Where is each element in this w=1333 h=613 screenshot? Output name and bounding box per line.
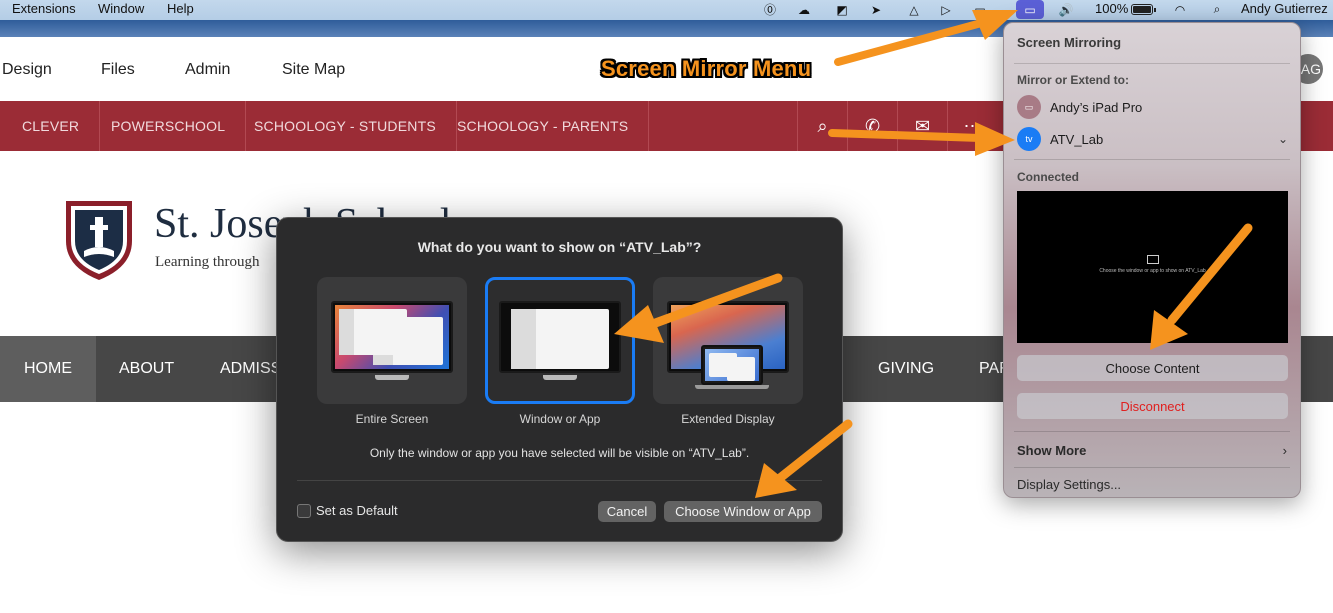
play-icon[interactable]: ▷ [938,2,954,17]
school-crest[interactable] [60,195,138,288]
nav-home[interactable]: HOME [0,336,96,402]
chevron-down-icon[interactable]: ⌄ [1278,132,1288,146]
link-clever[interactable]: CLEVER [2,101,101,151]
battery-icon[interactable] [1131,4,1156,15]
adobe-icon[interactable]: ◩ [834,2,850,17]
menu-title: Screen Mirroring [1017,35,1122,50]
divider [1014,63,1290,64]
phone-icon[interactable]: ✆ [847,101,897,151]
link-schoology-parents[interactable]: SCHOOLOGY - PARENTS [437,101,650,151]
show-more-label: Show More [1017,443,1087,458]
search-icon[interactable]: ⌕ [797,101,847,151]
device-atv-lab[interactable]: tv ATV_Lab ⌄ [1017,127,1288,151]
option-entire-screen[interactable]: ●●● [317,277,467,404]
mirroring-content-dialog: What do you want to show on “ATV_Lab”? ●… [276,217,843,542]
menu-extensions[interactable]: Extensions [12,1,76,16]
mail-icon[interactable]: ✉ [897,101,947,151]
divider [1014,467,1290,468]
annotation-callout: Screen Mirror Menu [601,56,812,81]
user-name[interactable]: Andy Gutierrez [1241,1,1328,16]
option-window-or-app[interactable]: ●●● [485,277,635,404]
choose-window-or-app-button[interactable]: Choose Window or App [664,501,822,522]
macos-menu-bar: Extensions Window Help ⓪ ☁ ◩ ➤ △ ▷ ▭ ▭ 🔊… [0,0,1333,20]
set-as-default-label[interactable]: Set as Default [316,503,398,518]
show-more-row[interactable]: Show More › [1017,443,1287,458]
battery-percent: 100% [1095,1,1129,16]
divider [1014,431,1290,432]
dialog-divider [297,480,822,481]
menu-help[interactable]: Help [167,1,194,16]
option-extended-display[interactable] [653,277,803,404]
nav-site-map[interactable]: Site Map [282,61,345,79]
onepassword-icon[interactable]: ⓪ [762,2,778,17]
set-as-default-checkbox[interactable] [297,504,311,518]
nav-design[interactable]: Design [2,61,52,79]
mirror-or-extend-label: Mirror or Extend to: [1017,73,1130,87]
laptop-icon [701,345,763,385]
appletv-icon: tv [1017,127,1041,151]
dialog-title: What do you want to show on “ATV_Lab”? [417,239,702,255]
nav-giving[interactable]: GIVING [878,336,934,402]
option-extended-display-label: Extended Display [681,412,775,426]
option-window-or-app-label: Window or App [519,412,601,426]
drive-icon[interactable]: △ [906,2,922,17]
spotlight-search-icon[interactable]: ⌕ [1209,2,1225,17]
ipad-icon: ▭ [1017,95,1041,119]
nav-admissions[interactable]: ADMISS [220,336,281,402]
device-name: ATV_Lab [1050,131,1104,147]
menu-window[interactable]: Window [98,1,144,16]
volume-icon[interactable]: 🔊 [1058,2,1074,17]
chevron-right-icon: › [1282,443,1287,458]
screen-mirroring-icon[interactable]: ▭ [1016,0,1044,19]
divider [1014,159,1290,160]
wifi-icon[interactable]: ◠ [1172,2,1188,17]
device-ipad-pro[interactable]: ▭ Andy’s iPad Pro [1017,95,1142,119]
dialog-info-text: Only the window or app you have selected… [369,446,750,460]
choose-content-button[interactable]: Choose Content [1017,355,1288,381]
nav-admin[interactable]: Admin [185,61,230,79]
cancel-button[interactable]: Cancel [598,501,656,522]
arrow-app-icon[interactable]: ➤ [868,2,884,17]
display-icon [1147,255,1159,264]
link-powerschool[interactable]: POWERSCHOOL [91,101,247,151]
connected-label: Connected [1017,170,1080,184]
screen: Extensions Window Help ⓪ ☁ ◩ ➤ △ ▷ ▭ ▭ 🔊… [0,0,1333,613]
nav-about[interactable]: ABOUT [119,336,174,402]
monitor-icon: ●●● [331,301,453,373]
nav-files[interactable]: Files [101,61,135,79]
more-icon[interactable]: ⋯ [947,101,997,151]
creative-cloud-icon[interactable]: ☁ [796,2,812,17]
disconnect-button[interactable]: Disconnect [1017,393,1288,419]
mirror-preview: Choose the window or app to show on ATV_… [1017,191,1288,343]
display-settings-item[interactable]: Display Settings... [1017,477,1287,492]
device-name: Andy’s iPad Pro [1050,99,1143,115]
screen-mirroring-menu: Screen Mirroring Mirror or Extend to: ▭ … [1003,22,1301,498]
zoom-icon[interactable]: ▭ [972,2,988,17]
link-schoology-students[interactable]: SCHOOLOGY - STUDENTS [234,101,457,151]
option-entire-screen-label: Entire Screen [355,412,429,426]
school-tagline: Learning through [155,254,260,270]
preview-text: Choose the window or app to show on ATV_… [1099,268,1206,274]
monitor-icon: ●●● [499,301,621,373]
